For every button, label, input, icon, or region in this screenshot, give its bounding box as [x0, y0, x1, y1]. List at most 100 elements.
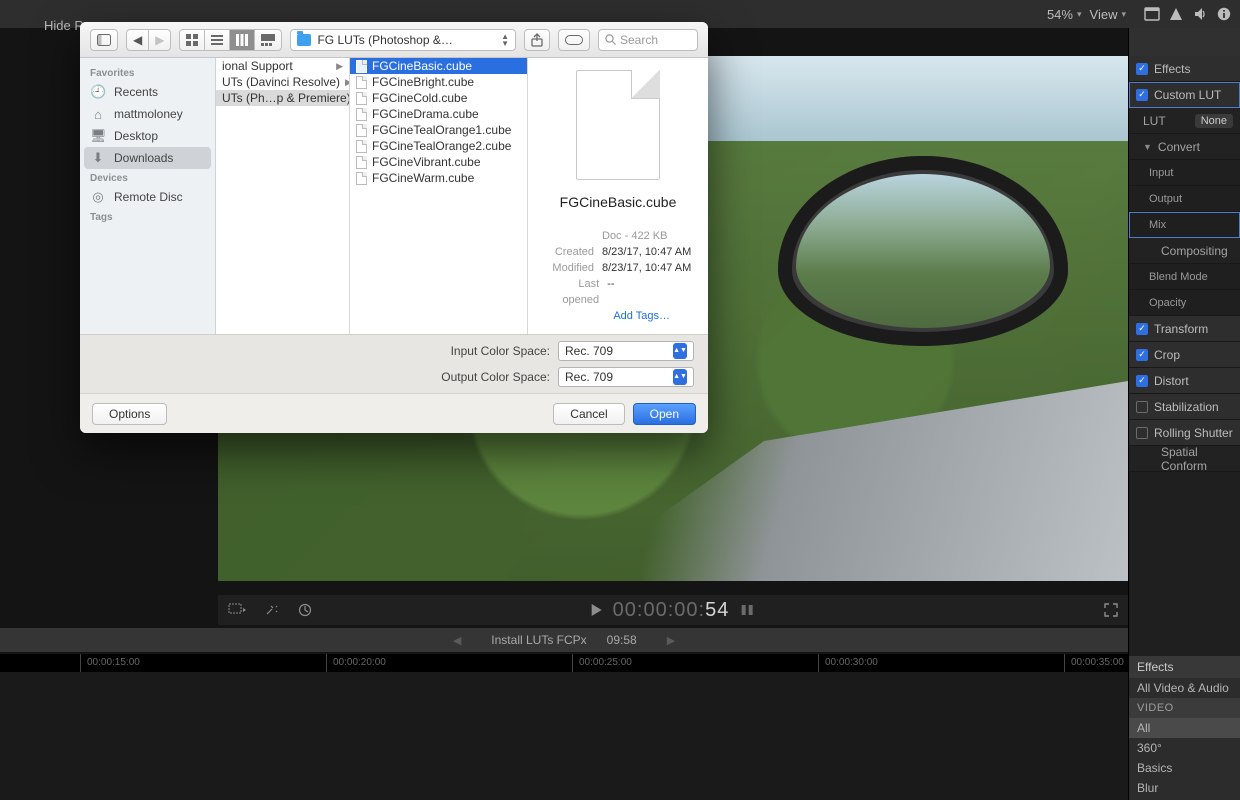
file-item[interactable]: FGCineTealOrange2.cube [350, 138, 527, 154]
timecode-display[interactable]: 00:00:00:54 [613, 599, 730, 622]
loop-playback-icon[interactable] [739, 603, 755, 617]
compositing-row[interactable]: Compositing [1129, 238, 1240, 264]
options-button[interactable]: Options [92, 403, 167, 425]
info-inspector-icon[interactable] [1216, 6, 1232, 22]
file-item[interactable]: FGCineDrama.cube [350, 106, 527, 122]
open-button[interactable]: Open [633, 403, 696, 425]
search-icon [605, 34, 616, 45]
clip-title-row: ◀ Install LUTs FCPx 09:58 ▶ [0, 628, 1128, 652]
timeline[interactable] [0, 672, 1128, 800]
audio-inspector-icon[interactable] [1192, 6, 1208, 22]
transform-section[interactable]: ✓ Transform [1129, 316, 1240, 342]
list-view-button[interactable] [204, 29, 230, 51]
checkbox-icon[interactable]: ✓ [1136, 63, 1148, 75]
checkbox-icon[interactable]: ✓ [1136, 89, 1148, 101]
gallery-view-button[interactable] [254, 29, 282, 51]
checkbox-icon[interactable]: ✓ [1136, 323, 1148, 335]
lut-value-dropdown[interactable]: None [1195, 114, 1233, 128]
sidebar-downloads[interactable]: ⬇Downloads [84, 147, 211, 169]
fullscreen-icon[interactable] [1104, 603, 1118, 617]
desktop-icon: 🖥 [90, 128, 106, 144]
convert-row[interactable]: ▼ Convert [1129, 134, 1240, 160]
column-view-button[interactable] [229, 29, 255, 51]
timecode-frames: 54 [705, 599, 729, 622]
disclosure-triangle-icon[interactable]: ▼ [1143, 142, 1152, 152]
checkbox-icon[interactable]: ✓ [1136, 375, 1148, 387]
fx-item-blur[interactable]: Blur [1129, 778, 1240, 798]
timeline-ruler[interactable]: 00:00:15:00 00:00:20:00 00:00:25:00 00:0… [0, 654, 1128, 672]
view-dropdown[interactable]: View ▾ [1090, 7, 1126, 22]
play-icon[interactable] [591, 603, 603, 617]
forward-button[interactable]: ▶ [148, 29, 171, 51]
next-clip-icon[interactable]: ▶ [657, 634, 685, 647]
effects-browser: Effects All Video & Audio VIDEO All 360°… [1128, 656, 1240, 800]
column-item[interactable]: ional Support▶ [216, 58, 349, 74]
file-item[interactable]: FGCineBright.cube [350, 74, 527, 90]
rolling-shutter-section[interactable]: Rolling Shutter [1129, 420, 1240, 446]
checkbox-icon[interactable] [1136, 427, 1148, 439]
sidebar-group-favorites: Favorites [80, 64, 215, 81]
fx-item-360[interactable]: 360° [1129, 738, 1240, 758]
toggle-sidebar-button[interactable] [90, 29, 118, 51]
fx-item-all-video-audio[interactable]: All Video & Audio [1129, 678, 1240, 698]
chevron-right-icon: ▶ [336, 58, 343, 74]
sidebar-home[interactable]: ⌂mattmoloney [80, 103, 215, 125]
checkbox-icon[interactable]: ✓ [1136, 349, 1148, 361]
section-label: Custom LUT [1154, 88, 1221, 102]
chevron-down-icon: ▾ [1121, 9, 1126, 20]
sidebar-desktop[interactable]: 🖥Desktop [80, 125, 215, 147]
path-label: FG LUTs (Photoshop &… [317, 33, 452, 47]
distort-section[interactable]: ✓ Distort [1129, 368, 1240, 394]
convert-output-row[interactable]: Output [1129, 186, 1240, 212]
custom-lut-section[interactable]: ✓ Custom LUT [1129, 82, 1240, 108]
hide-rejected-label[interactable]: Hide R [44, 0, 84, 52]
chevron-down-icon: ▾ [1077, 9, 1082, 20]
file-item[interactable]: FGCineVibrant.cube [350, 154, 527, 170]
path-dropdown[interactable]: FG LUTs (Photoshop &… ▲▼ [290, 29, 516, 51]
finder-body: Favorites 🕘Recents ⌂mattmoloney 🖥Desktop… [80, 58, 708, 334]
fx-item-basics[interactable]: Basics [1129, 758, 1240, 778]
file-item[interactable]: FGCineTealOrange1.cube [350, 122, 527, 138]
crop-section[interactable]: ✓ Crop [1129, 342, 1240, 368]
video-inspector-icon[interactable] [1144, 6, 1160, 22]
file-icon [356, 60, 367, 73]
tags-button[interactable] [558, 29, 590, 51]
search-input[interactable]: Search [598, 29, 698, 51]
convert-input-row[interactable]: Input [1129, 160, 1240, 186]
cancel-button[interactable]: Cancel [553, 403, 624, 425]
checkbox-icon[interactable] [1136, 401, 1148, 413]
input-color-space-select[interactable]: Rec. 709 ▲▼ [558, 341, 694, 361]
enhance-tool-icon[interactable] [264, 603, 280, 617]
zoom-dropdown[interactable]: 54% ▾ [1047, 7, 1082, 22]
transform-tool-icon[interactable] [228, 603, 246, 617]
sidebar-recents[interactable]: 🕘Recents [80, 81, 215, 103]
effects-section[interactable]: ✓ Effects [1129, 56, 1240, 82]
file-icon [356, 92, 367, 105]
column-item[interactable]: UTs (Ph…p & Premiere)▶ [216, 90, 349, 106]
blend-mode-row[interactable]: Blend Mode [1129, 264, 1240, 290]
inspector-panel: ✓ Effects ✓ Custom LUT LUT None ▼ Conver… [1128, 28, 1240, 656]
file-item[interactable]: FGCineCold.cube [350, 90, 527, 106]
share-button[interactable] [524, 29, 550, 51]
opacity-row[interactable]: Opacity [1129, 290, 1240, 316]
add-tags-link[interactable]: Add Tags… [613, 310, 670, 322]
convert-mix-row[interactable]: Mix [1129, 212, 1240, 238]
column-item[interactable]: UTs (Davinci Resolve)▶ [216, 74, 349, 90]
stabilization-section[interactable]: Stabilization [1129, 394, 1240, 420]
prev-clip-icon[interactable]: ◀ [443, 634, 471, 647]
retime-tool-icon[interactable] [298, 603, 314, 617]
file-icon [356, 140, 367, 153]
file-item[interactable]: FGCineWarm.cube [350, 170, 527, 186]
back-button[interactable]: ◀ [126, 29, 149, 51]
fx-item-all[interactable]: All [1129, 718, 1240, 738]
output-color-space-select[interactable]: Rec. 709 ▲▼ [558, 367, 694, 387]
document-preview-icon [576, 70, 660, 180]
file-item[interactable]: FGCineBasic.cube [350, 58, 527, 74]
icon-view-button[interactable] [179, 29, 205, 51]
lut-row[interactable]: LUT None [1129, 108, 1240, 134]
spatial-conform-row[interactable]: Spatial Conform [1129, 446, 1240, 472]
color-inspector-icon[interactable] [1168, 6, 1184, 22]
input-color-space-label: Input Color Space: [451, 344, 550, 358]
sidebar-remote-disc[interactable]: ◎Remote Disc [80, 186, 215, 208]
file-icon [356, 76, 367, 89]
